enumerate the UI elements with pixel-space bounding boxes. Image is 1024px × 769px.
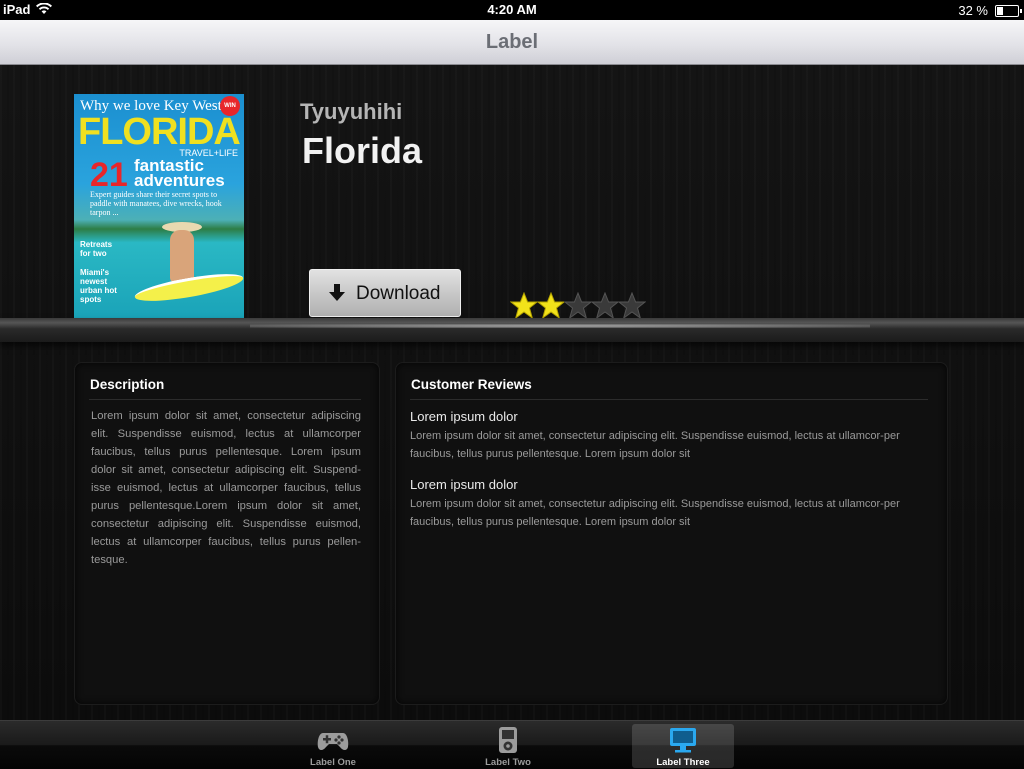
download-button-label: Download xyxy=(356,283,441,304)
download-arrow-icon xyxy=(328,283,346,309)
tab-label-one[interactable]: Label One xyxy=(282,724,384,768)
description-text: Lorem ipsum dolor sit amet, consectetur … xyxy=(91,410,361,566)
ipod-icon xyxy=(492,727,524,753)
divider xyxy=(410,399,928,400)
cover-side-text-2: Miami's newest urban hot spots xyxy=(80,268,117,304)
divider xyxy=(89,399,361,400)
magazine-title: Florida xyxy=(302,130,423,171)
battery-icon xyxy=(995,5,1022,17)
tab-label: Label Two xyxy=(485,757,531,768)
navigation-bar: Label xyxy=(0,20,1024,65)
star-filled-icon[interactable] xyxy=(537,292,565,320)
star-empty-icon[interactable] xyxy=(591,292,619,320)
star-empty-icon[interactable] xyxy=(618,292,646,320)
magazine-subtitle: Tyuyuhihi xyxy=(300,99,403,124)
tab-bar: Label One Label Two Label Three xyxy=(0,720,1024,769)
review-title: Lorem ipsum dolor xyxy=(410,477,518,492)
cover-side-text-1: Retreats for two xyxy=(80,240,113,258)
description-heading: Description xyxy=(90,377,165,392)
tab-label-two[interactable]: Label Two xyxy=(457,724,559,768)
customer-reviews-panel: Customer Reviews Lorem ipsum dolor Lorem… xyxy=(395,362,948,705)
tab-label: Label Three xyxy=(656,757,710,768)
review-item: Lorem ipsum dolor Lorem ipsum dolor sit … xyxy=(410,409,934,463)
shelf xyxy=(0,318,1024,342)
reviews-heading: Customer Reviews xyxy=(411,377,532,392)
content-area: Why we love Key West WIN FLORIDA TRAVEL+… xyxy=(0,65,1024,720)
star-empty-icon[interactable] xyxy=(564,292,592,320)
review-item: Lorem ipsum dolor Lorem ipsum dolor sit … xyxy=(410,477,934,531)
magazine-cover[interactable]: Why we love Key West WIN FLORIDA TRAVEL+… xyxy=(74,94,244,319)
nav-title: Label xyxy=(485,31,539,53)
tab-label-three[interactable]: Label Three xyxy=(632,724,734,768)
status-time: 4:20 AM xyxy=(487,2,537,17)
review-body: Lorem ipsum dolor sit amet, consectetur … xyxy=(410,430,900,460)
monitor-icon xyxy=(667,727,699,753)
status-bar: iPad 4:20 AM 32 % xyxy=(0,0,1024,20)
cover-illustration-person xyxy=(170,230,194,282)
tab-label: Label One xyxy=(310,757,356,768)
review-body: Lorem ipsum dolor sit amet, consectetur … xyxy=(410,498,900,528)
description-panel: Description Lorem ipsum dolor sit amet, … xyxy=(74,362,380,705)
download-button[interactable]: Download xyxy=(309,269,461,317)
cover-headline-text: fantastic adventures xyxy=(134,156,225,190)
star-filled-icon[interactable] xyxy=(510,292,538,320)
battery-percentage: 32 % xyxy=(958,3,988,18)
gamepad-icon xyxy=(317,727,349,753)
review-title: Lorem ipsum dolor xyxy=(410,409,518,424)
cover-blurb: Expert guides share their secret spots t… xyxy=(90,190,222,217)
